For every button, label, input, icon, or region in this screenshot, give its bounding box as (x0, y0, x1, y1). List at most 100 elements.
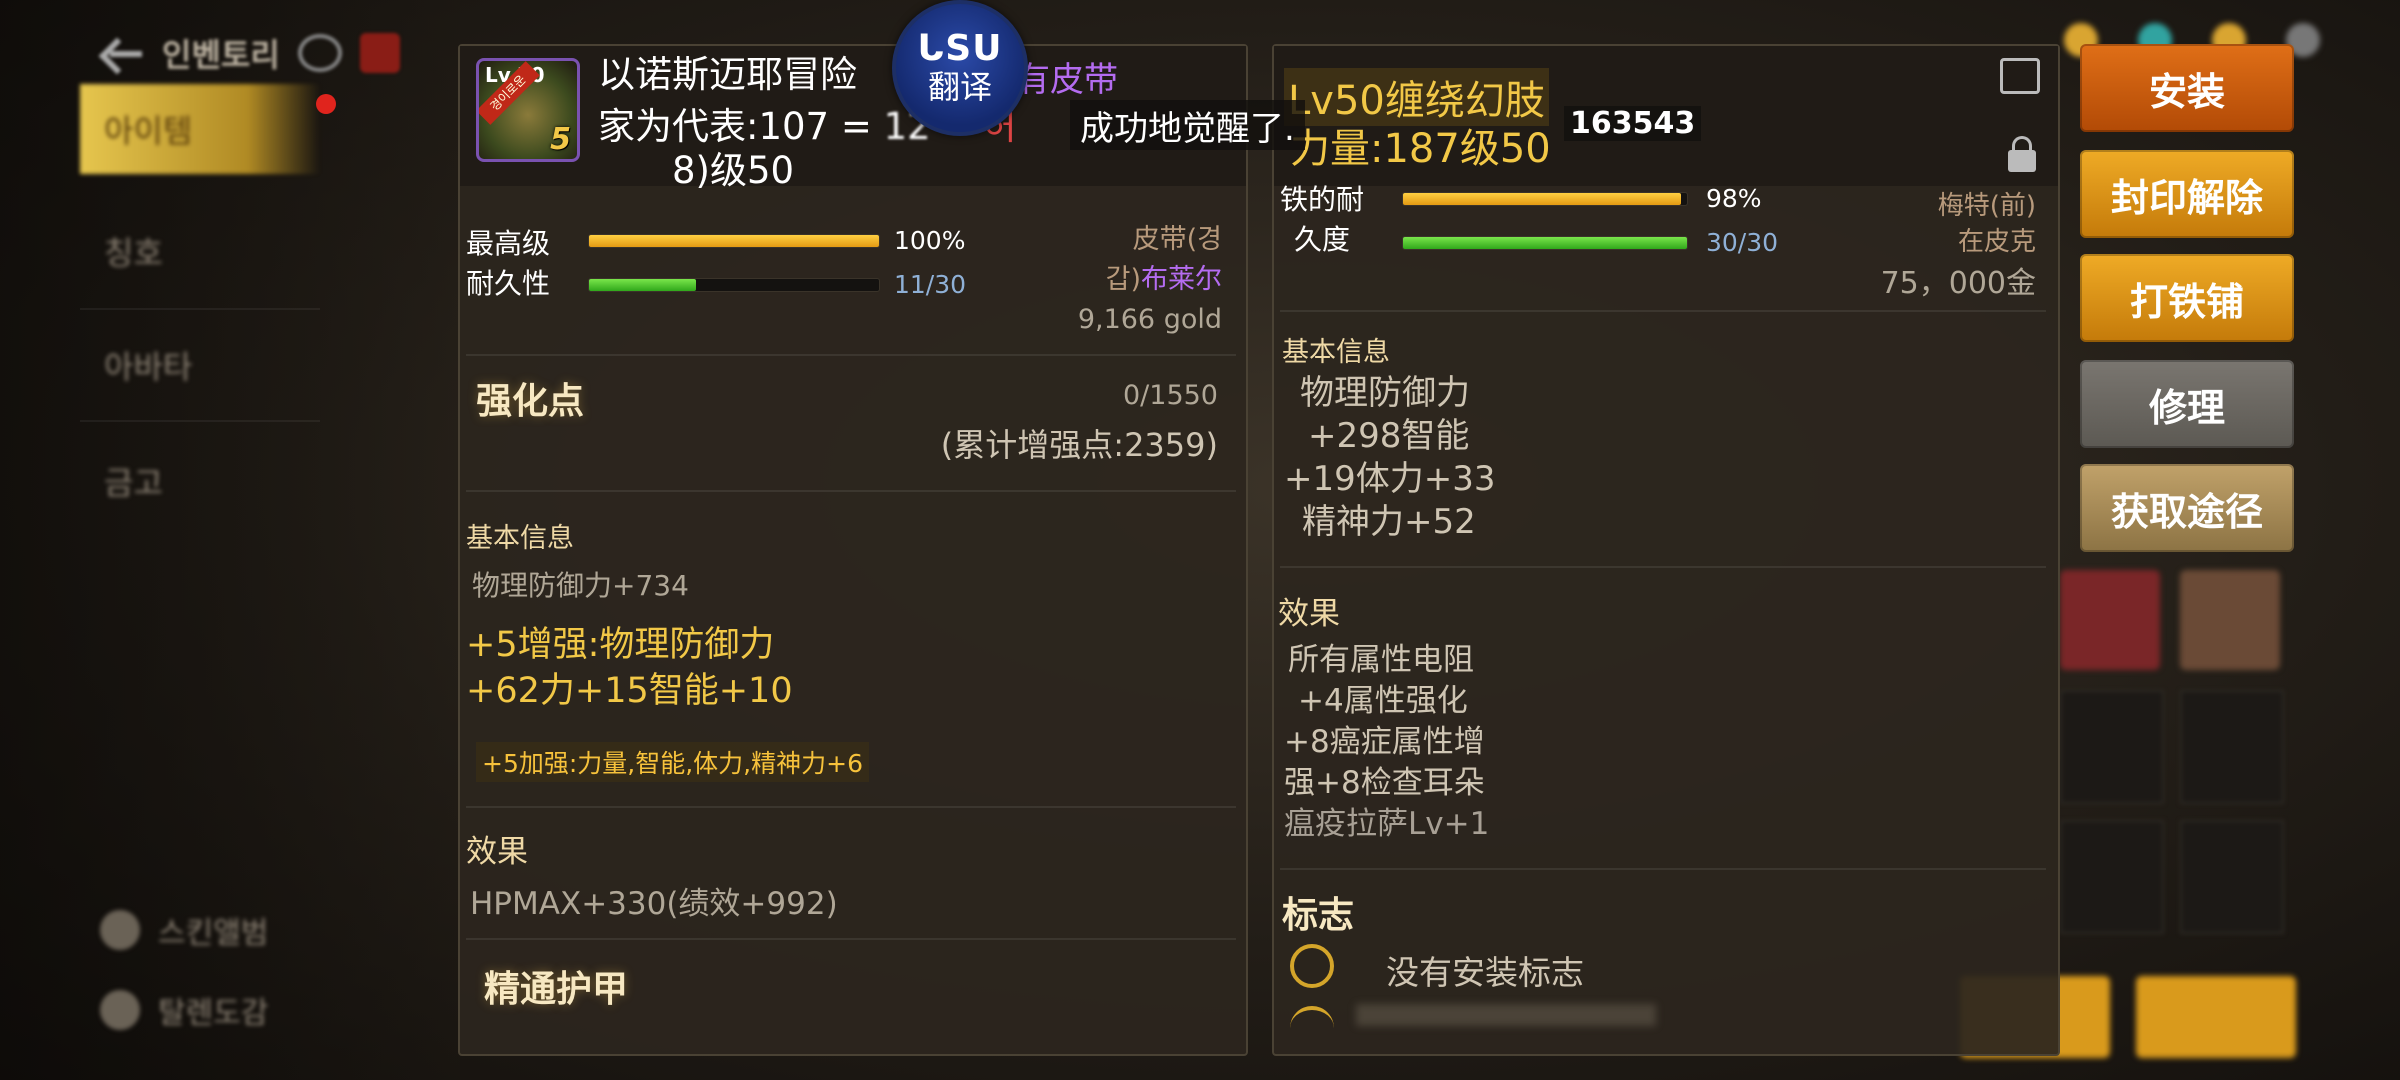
lock-icon[interactable] (2008, 136, 2036, 172)
left-effect-text: HPMAX+330(绩效+992) (470, 886, 838, 922)
event-icon[interactable] (359, 33, 400, 73)
emblem-slot-text-blurred (1356, 1004, 1656, 1026)
enhance-value: 0/1550 (1123, 380, 1218, 411)
emblem-none-text: 没有安装标志 (1386, 953, 1584, 992)
emblem-slot-icon[interactable] (1290, 944, 1334, 988)
acquire-source-button[interactable]: 获取途径 (2080, 464, 2294, 552)
effect-line: 强+8检查耳朵 (1284, 765, 1485, 801)
sidebar-tab-label: 아바타 (104, 348, 193, 386)
left-meta-type: 皮带(경 (1132, 224, 1222, 255)
right-meta-line2: 在皮克 (1957, 227, 2036, 257)
icon-enhance-label: 5 (550, 122, 571, 157)
pawn-icon (100, 910, 140, 950)
right-durability-bar-fill (1403, 237, 1687, 249)
right-meta: 梅特(前) 在皮克 (1820, 188, 2036, 260)
inventory-title: 인벤토리 (162, 36, 280, 74)
awaken-toast: 成功地觉醒了. (1070, 100, 1305, 150)
unseal-button[interactable]: 封印解除 (2080, 150, 2294, 238)
effect-line: +4属性强化 (1298, 683, 1468, 719)
share-icon[interactable] (2000, 58, 2040, 94)
divider (466, 806, 1236, 808)
right-meta-line1: 梅特(前) (1937, 191, 2036, 221)
skin-album-link[interactable]: 스킨앨범 (100, 900, 268, 960)
left-meta: 皮带(경 갑)布莱尔 9,166 gold (1010, 220, 1222, 340)
divider (466, 354, 1236, 356)
right-grade-value: 98% (1706, 184, 1762, 213)
back-arrow-icon[interactable] (100, 31, 144, 75)
left-basic-info-header: 基本信息 (466, 523, 574, 554)
sidebar-tab-vault[interactable]: 금고 (80, 436, 320, 526)
right-durability-label: 铁的耐 久度 (1280, 180, 1364, 260)
bonus-line: +62力+15智能+10 (466, 671, 793, 711)
eye-icon[interactable] (297, 34, 342, 72)
sidebar-divider (80, 420, 320, 422)
left-meta-type2a: 갑) (1105, 264, 1141, 295)
left-durability-bar (588, 278, 880, 292)
empty-slots (2060, 690, 2290, 960)
right-extra-number: 163543 (1564, 106, 1702, 141)
basic-info-line: 精神力+52 (1302, 502, 1476, 542)
sidebar-tab-label: 아이템 (104, 112, 193, 150)
left-meta-price: 9,166 gold (1077, 304, 1222, 335)
right-durability-bar (1402, 236, 1688, 250)
divider (1280, 310, 2046, 312)
left-title-text: 以诺斯迈耶冒险 (598, 53, 857, 96)
sidebar-tab-titles[interactable]: 칭호 (80, 206, 320, 296)
right-basic-info-header: 基本信息 (1282, 337, 1390, 368)
blacksmith-button[interactable]: 打铁铺 (2080, 254, 2294, 342)
effect-line: 所有属性电阻 (1288, 642, 1474, 678)
toast-text: 成功地觉醒了. (1080, 108, 1295, 149)
item-grid-bg (2060, 560, 2290, 680)
left-meta-type2b: 布莱尔 (1141, 264, 1222, 295)
sidebar-tab-avatar[interactable]: 아바타 (80, 320, 320, 410)
notification-dot (316, 94, 336, 114)
right-effect-header: 效果 (1278, 596, 1340, 632)
sidebar-tab-items[interactable]: 아이템 (80, 84, 320, 174)
talent-book-label: 탈렌도감 (158, 996, 269, 1031)
durability-label-top: 最高级 (466, 227, 551, 260)
bonus-line: +5增强:物理防御力 (466, 625, 775, 665)
left-grade-bar (588, 234, 880, 248)
durability-label-top: 铁的耐 (1280, 183, 1365, 216)
left-durability-label: 最高级 耐久性 (466, 224, 550, 304)
left-title-line3: 8)级50 (672, 149, 795, 192)
left-basic-bonus: +5增强:物理防御力 +62力+15智能+10 (466, 622, 793, 714)
mastery-label: 精通护甲 (484, 969, 629, 1010)
basic-info-line: +19体力+33 (1284, 459, 1496, 499)
skin-album-label: 스킨앨범 (158, 916, 269, 951)
effect-line: 瘟疫拉萨Lv+1 (1284, 806, 1490, 842)
sidebar-tab-label: 칭호 (104, 234, 163, 272)
left-basic-base: 物理防御力+734 (472, 569, 689, 602)
divider (1280, 566, 2046, 568)
right-grade-bar-fill (1403, 193, 1682, 205)
top-nav: 인벤토리 (100, 18, 400, 88)
divider (1280, 868, 2046, 870)
repair-button[interactable]: 修理 (2080, 360, 2294, 448)
divider (466, 938, 1236, 940)
translator-badge[interactable]: ᒐSU 翻译 (892, 0, 1028, 136)
durability-label-bottom: 久度 (1294, 223, 1351, 256)
book-icon (100, 990, 140, 1030)
right-basic-info-lines: 物理防御力 +298智能 +19体力+33 精神力+52 (1284, 372, 1496, 544)
talent-book-link[interactable]: 탈렌도감 (100, 980, 268, 1040)
left-durability-value: 11/30 (894, 270, 967, 299)
left-title-tag: 有皮带 (1016, 60, 1118, 100)
left-grade-value: 100% (894, 226, 966, 255)
item-icon-belt: Lv.50 경이로운 5 (476, 58, 580, 162)
left-grade-bar-fill (589, 235, 879, 247)
left-title-line1: 以诺斯迈耶冒险 (598, 44, 857, 98)
right-effect-lines: 所有属性电阻 +4属性强化 +8癌症属性增 强+8检查耳朵 瘟疫拉萨Lv+1 (1284, 640, 1489, 845)
right-grade-bar (1402, 192, 1688, 206)
left-basic-bonus-small: +5加强:力量,智能,体力,精神力+6 (476, 742, 869, 782)
right-title-line2: 力量:187级50 (1290, 126, 1551, 172)
left-effect-header: 效果 (466, 834, 528, 870)
right-durability-value: 30/30 (1706, 228, 1779, 257)
basic-info-line: 物理防御力 (1300, 373, 1470, 413)
install-button[interactable]: 安装 (2080, 44, 2294, 132)
enhance-label: 强化点 (476, 381, 585, 422)
translator-label: 翻译 (927, 68, 992, 106)
translator-logo-icon: ᒐSU (917, 28, 1003, 69)
left-meta-type2: 갑)布莱尔 (1010, 260, 1222, 300)
left-durability-bar-fill (589, 279, 697, 291)
divider (466, 490, 1236, 492)
